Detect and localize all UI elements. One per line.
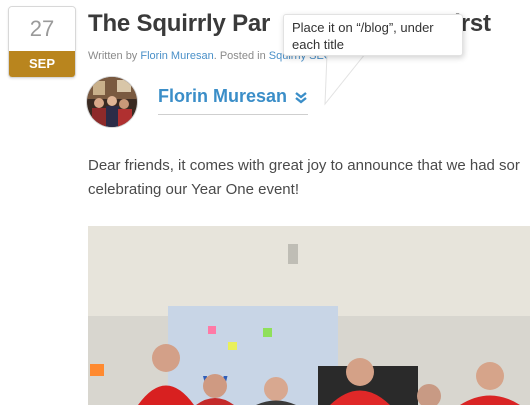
avatar-photo (87, 77, 137, 127)
author-avatar[interactable] (87, 77, 137, 127)
date-day: 27 (9, 7, 75, 51)
date-month: SEP (9, 51, 75, 77)
meta-author-link[interactable]: Florin Muresan (140, 50, 213, 62)
body-line-1: Dear friends, it comes with great joy to… (88, 157, 520, 174)
post-photo: W (88, 226, 530, 405)
tooltip-pointer (324, 52, 367, 106)
body-line-2: celebrating our Year One event! (88, 181, 299, 198)
meta-prefix: Written by (88, 50, 141, 62)
date-badge: 27 SEP (8, 6, 76, 78)
post-title-start[interactable]: The Squirrly Par (88, 10, 270, 37)
post-body: Dear friends, it comes with great joy to… (88, 154, 530, 202)
author-name-link[interactable]: Florin Muresan (158, 86, 287, 107)
group-photo-image: W (88, 226, 530, 405)
meta-mid: . Posted in (213, 50, 269, 62)
tooltip: Place it on “/blog”, under each title (283, 14, 463, 56)
author-underline (158, 114, 308, 115)
double-chevron-down-icon[interactable] (294, 91, 308, 105)
